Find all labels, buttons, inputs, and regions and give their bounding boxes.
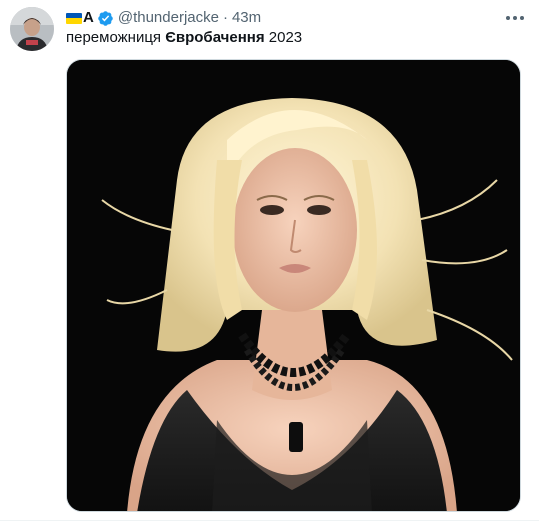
verified-badge-icon [97,10,114,27]
photo-woman-blonde-hair [67,60,520,511]
tweet-photo[interactable] [66,59,521,512]
tweet-card[interactable]: A @thunderjacke · 43m переможниця Євроба… [0,0,539,521]
timestamp[interactable]: 43m [232,8,261,28]
tweet-text: переможниця Євробачення 2023 [66,28,302,48]
tweet-text-tail: 2023 [264,29,303,46]
avatar[interactable] [10,7,54,51]
author-handle[interactable]: @thunderjacke [118,8,219,28]
tweet-header: A @thunderjacke · 43m [66,7,261,29]
separator-dot: · [222,9,228,26]
tweet-text-plain: переможниця [66,29,166,46]
avatar-image [10,7,54,51]
ukraine-flag-icon [66,12,82,24]
more-options-icon[interactable] [505,10,525,26]
tweet-text-bold: Євробачення [165,29,265,46]
display-name[interactable]: A [83,8,94,28]
